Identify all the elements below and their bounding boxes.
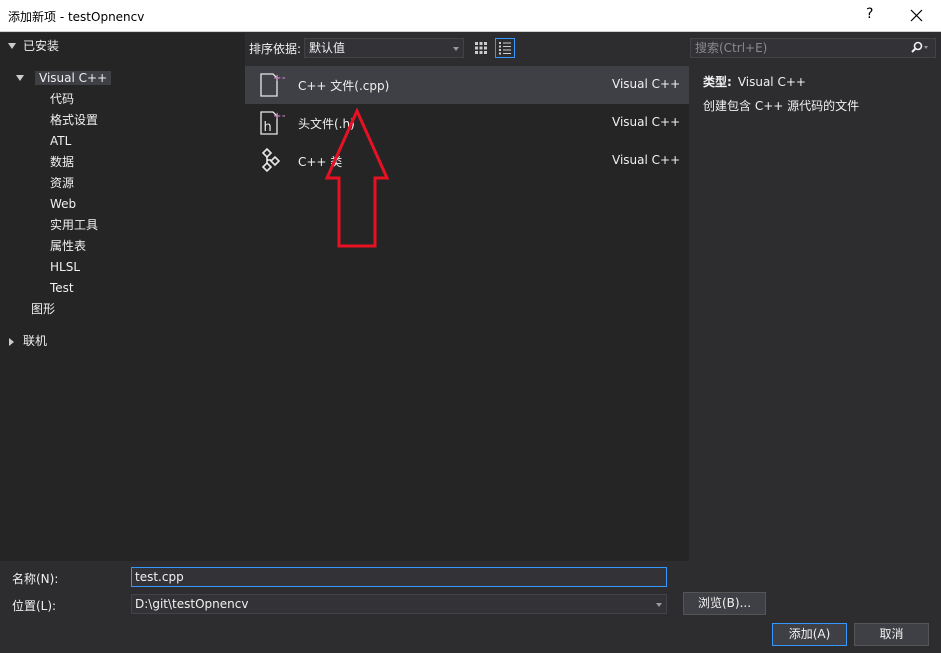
dropdown-arrow-icon: [656, 603, 662, 607]
cancel-button[interactable]: 取消: [854, 623, 929, 646]
name-field[interactable]: test.cpp: [131, 567, 667, 587]
title-bar: 添加新项 - testOpnencv ?: [0, 0, 941, 32]
tree-node-installed-label: 已安装: [23, 39, 60, 53]
sort-dropdown-value: 默认值: [309, 41, 346, 55]
tree-node-visual-cpp[interactable]: Visual C++: [16, 68, 112, 89]
svg-text:h: h: [264, 120, 272, 135]
header-file-icon: h ++: [257, 109, 290, 137]
name-field-value: test.cpp: [135, 570, 184, 584]
annotation-arrow: [324, 108, 390, 248]
template-kind: Visual C++: [612, 115, 681, 129]
template-item-cpp-class[interactable]: C++ 类 Visual C++: [245, 142, 689, 180]
sort-dropdown[interactable]: 默认值: [304, 38, 464, 58]
tree-item-formatting[interactable]: 格式设置: [50, 110, 98, 131]
details-type-label: 类型:: [703, 75, 732, 89]
close-icon: [910, 9, 923, 22]
tree-item-web[interactable]: Web: [50, 194, 76, 215]
tree-node-online-label: 联机: [23, 334, 48, 348]
cpp-file-icon: ++: [257, 71, 290, 99]
details-type: 类型: Visual C++: [703, 73, 806, 90]
window-title: 添加新项 - testOpnencv: [8, 10, 145, 24]
template-kind: Visual C++: [612, 153, 681, 167]
search-placeholder: 搜索(Ctrl+E): [695, 41, 768, 55]
collapse-arrow-icon[interactable]: [9, 338, 14, 346]
cpp-class-icon: [257, 147, 285, 175]
dropdown-arrow-icon: [453, 47, 459, 51]
tree-node-visual-cpp-label: Visual C++: [35, 71, 112, 85]
svg-text:++: ++: [273, 73, 285, 84]
location-label: 位置(L):: [12, 599, 57, 613]
tree-item-hlsl[interactable]: HLSL: [50, 257, 80, 278]
small-icons-view-button[interactable]: [471, 38, 491, 58]
template-details-pane: 类型: Visual C++ 创建包含 C++ 源代码的文件: [690, 66, 941, 561]
tree-node-online[interactable]: 联机: [9, 331, 47, 352]
template-item-header-file[interactable]: h ++ 头文件(.h) Visual C++: [245, 104, 689, 142]
svg-text:++: ++: [273, 111, 285, 122]
tree-item-graphics[interactable]: 图形: [31, 299, 55, 320]
tree-item-code[interactable]: 代码: [50, 89, 74, 110]
grid-view-icon: [475, 42, 487, 54]
add-button[interactable]: 添加(A): [772, 623, 847, 646]
list-view-button[interactable]: [495, 38, 515, 58]
sort-label: 排序依据:: [249, 42, 302, 56]
search-icon[interactable]: [909, 41, 929, 60]
name-label: 名称(N):: [12, 572, 59, 586]
tree-node-installed[interactable]: 已安装: [8, 36, 59, 57]
details-type-value: Visual C++: [737, 75, 806, 89]
location-value: D:\git\testOpnencv: [135, 597, 249, 611]
details-description: 创建包含 C++ 源代码的文件: [703, 99, 860, 113]
template-item-cpp-file[interactable]: ++ C++ 文件(.cpp) Visual C++: [245, 66, 689, 104]
location-dropdown[interactable]: D:\git\testOpnencv: [131, 594, 667, 614]
tree-item-resource[interactable]: 资源: [50, 173, 74, 194]
expand-arrow-icon[interactable]: [16, 75, 24, 81]
tree-item-atl[interactable]: ATL: [50, 131, 71, 152]
template-name: C++ 文件(.cpp): [298, 79, 390, 93]
search-input[interactable]: 搜索(Ctrl+E): [690, 38, 936, 58]
browse-button[interactable]: 浏览(B)...: [683, 592, 766, 615]
template-category-tree: 已安装 Visual C++ 代码 格式设置 ATL 数据 资源 Web 实用工…: [0, 33, 245, 561]
close-button[interactable]: [905, 4, 929, 28]
list-view-icon: [499, 42, 511, 55]
expand-arrow-icon[interactable]: [8, 43, 16, 49]
template-kind: Visual C++: [612, 77, 681, 91]
tree-item-utility[interactable]: 实用工具: [50, 215, 98, 236]
tree-item-data[interactable]: 数据: [50, 152, 74, 173]
tree-item-test[interactable]: Test: [50, 278, 74, 299]
tree-item-property-sheet[interactable]: 属性表: [50, 236, 86, 257]
template-list: ++ C++ 文件(.cpp) Visual C++ h ++ 头文件(.h) …: [245, 66, 689, 561]
help-button[interactable]: ?: [866, 6, 873, 22]
